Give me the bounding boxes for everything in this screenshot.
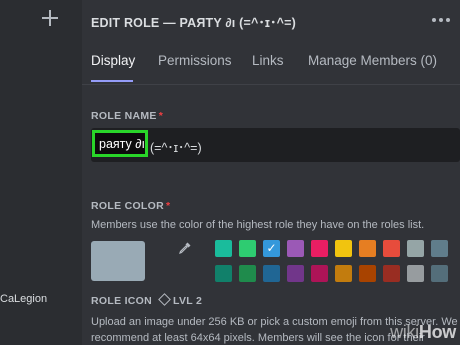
role-color-description: Members use the color of the highest rol… (91, 219, 425, 231)
color-swatch[interactable] (431, 265, 448, 282)
boost-level-icon (158, 293, 171, 306)
required-mark: * (158, 110, 164, 122)
color-swatch[interactable] (383, 240, 400, 257)
tab-manage-members[interactable]: Manage Members (0) (308, 53, 437, 68)
boost-level: LVL 2 (173, 295, 203, 307)
color-swatch[interactable] (311, 265, 328, 282)
color-swatch[interactable] (215, 240, 232, 257)
color-swatch[interactable] (287, 240, 304, 257)
color-swatch[interactable] (287, 265, 304, 282)
role-name-label: ROLE NAME * (91, 110, 164, 122)
color-swatch[interactable] (407, 265, 424, 282)
color-swatch[interactable] (335, 240, 352, 257)
color-swatch[interactable] (359, 265, 376, 282)
active-tab-indicator (91, 80, 133, 82)
color-swatch[interactable] (335, 265, 352, 282)
role-icon-description-2: recommend at least 64x64 pixels. Members… (91, 332, 425, 344)
page-title: EDIT ROLE — PAЯТY ∂ı (=^･ɪ･^=) (91, 16, 296, 30)
eyedropper-icon[interactable] (178, 241, 192, 255)
left-sidebar: CaLegion (0, 0, 82, 345)
tab-links[interactable]: Links (252, 53, 284, 68)
role-color-label: ROLE COLOR * (91, 200, 171, 212)
color-swatch[interactable] (431, 240, 448, 257)
color-swatch[interactable] (215, 265, 232, 282)
color-swatch[interactable] (239, 265, 256, 282)
default-color-swatch[interactable] (91, 241, 145, 281)
color-swatch[interactable]: ✓ (263, 240, 280, 257)
sidebar-role-item[interactable]: CaLegion (0, 293, 47, 305)
plus-icon[interactable] (42, 10, 58, 26)
role-name-selected-text: paяту ∂ı (99, 137, 145, 151)
wikihow-watermark: wikiHow (390, 322, 456, 342)
tab-display[interactable]: Display (91, 53, 135, 68)
checkmark-icon: ✓ (266, 241, 277, 255)
color-swatch[interactable] (359, 240, 376, 257)
color-swatch[interactable] (311, 240, 328, 257)
required-mark: * (166, 200, 171, 212)
more-options-icon[interactable] (432, 18, 450, 22)
tabs-divider (82, 84, 460, 85)
color-swatch[interactable] (407, 240, 424, 257)
role-settings-screen: CaLegion EDIT ROLE — PAЯТY ∂ı (=^･ɪ･^=) … (0, 0, 460, 345)
color-swatch[interactable] (383, 265, 400, 282)
color-swatch[interactable] (263, 265, 280, 282)
role-name-text: (=^･ɪ･^=) (150, 141, 202, 155)
tab-permissions[interactable]: Permissions (158, 53, 232, 68)
role-icon-label: ROLE ICON LVL 2 (91, 293, 203, 307)
color-swatch[interactable] (239, 240, 256, 257)
